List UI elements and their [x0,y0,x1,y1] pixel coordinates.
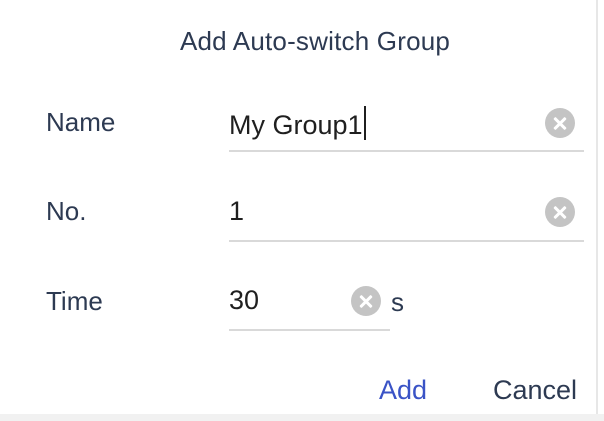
dialog-title: Add Auto-switch Group [179,26,451,56]
text-cursor [363,106,366,140]
dialog-bottom-edge [0,414,604,421]
time-label: Time [46,286,103,316]
time-unit-label: s [391,287,404,317]
add-button[interactable]: Add [379,375,427,406]
time-input-value[interactable]: 30 [229,285,259,316]
name-field[interactable]: My Group1 [229,106,584,152]
time-field[interactable]: 30 [229,285,390,331]
name-input-value[interactable]: My Group1 [229,110,363,140]
add-auto-switch-group-dialog: Add Auto-switch Group Name My Group1 No.… [0,0,598,421]
name-input-wrapper[interactable]: My Group1 [229,106,366,141]
number-field[interactable]: 1 [229,196,584,242]
clear-number-icon[interactable] [545,197,575,227]
cancel-button[interactable]: Cancel [493,375,577,406]
clear-time-icon[interactable] [351,286,381,316]
number-input-value[interactable]: 1 [229,196,244,227]
name-label: Name [46,107,116,137]
number-label: No. [46,196,87,226]
clear-name-icon[interactable] [545,108,575,138]
